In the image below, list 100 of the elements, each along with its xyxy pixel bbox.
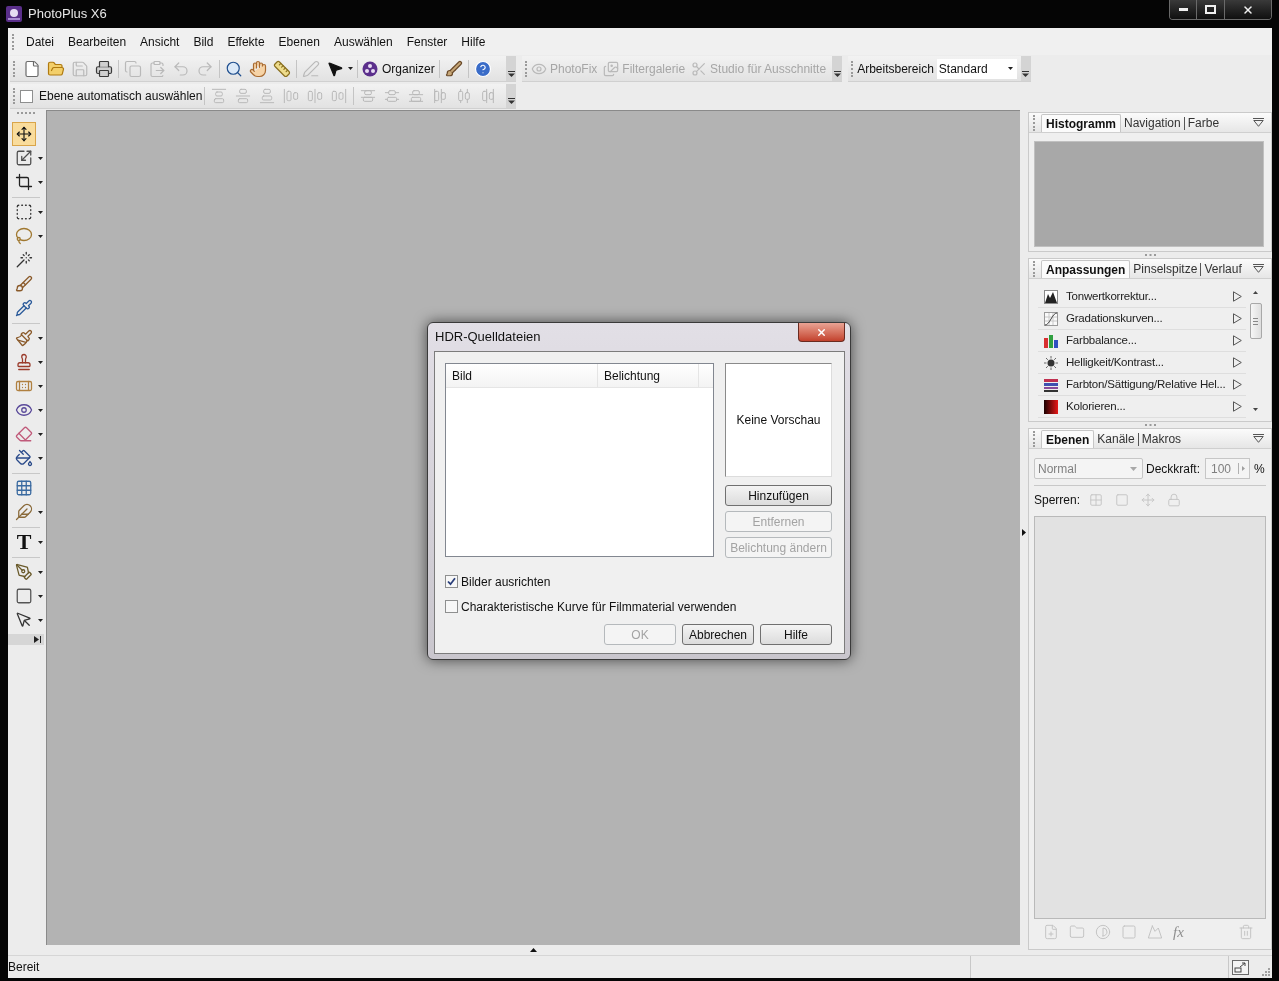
ruler-icon[interactable]: [273, 59, 291, 78]
arrow-pointer-icon[interactable]: [326, 59, 344, 78]
caret-icon[interactable]: [38, 156, 43, 160]
feather-icon[interactable]: [15, 503, 33, 521]
minimize-button[interactable]: [1170, 0, 1197, 19]
stamp-icon[interactable]: [15, 353, 33, 371]
caret-icon[interactable]: [38, 210, 43, 214]
adjustment-item[interactable]: Farbbalance...: [1038, 330, 1246, 352]
panel-tab[interactable]: Pinselspitze: [1130, 260, 1201, 278]
caret-icon[interactable]: [38, 618, 43, 622]
caret-icon[interactable]: [1007, 67, 1013, 70]
panel-tab[interactable]: Verlauf: [1200, 260, 1245, 278]
hand-icon[interactable]: [249, 59, 267, 78]
app-icon[interactable]: [6, 6, 22, 22]
pen-nib-icon[interactable]: [15, 563, 33, 581]
caret-icon[interactable]: [38, 540, 43, 544]
panel-menu-icon[interactable]: [1253, 434, 1264, 443]
scroll-down-arrow-icon[interactable]: [1253, 408, 1258, 411]
eye-icon[interactable]: [15, 401, 33, 419]
menu-item[interactable]: Ebenen: [271, 33, 327, 50]
caret-icon[interactable]: [38, 432, 43, 436]
triangle-arrow-icon[interactable]: [1233, 401, 1242, 412]
caret-icon[interactable]: [38, 594, 43, 598]
caret-icon[interactable]: [38, 336, 43, 340]
column-header[interactable]: Bild: [446, 364, 597, 387]
panel-menu-icon[interactable]: [1253, 118, 1264, 127]
move-tool-icon[interactable]: [12, 122, 36, 146]
panel-tab[interactable]: Navigation: [1121, 114, 1184, 132]
checkbox[interactable]: [445, 575, 458, 588]
lasso-icon[interactable]: [15, 227, 33, 245]
menu-item[interactable]: Bearbeiten: [61, 33, 134, 50]
expand-toolbar-icon[interactable]: [34, 636, 41, 643]
menu-item[interactable]: Effekte: [220, 33, 272, 50]
dialog-button[interactable]: Abbrechen: [682, 624, 754, 645]
caret-icon[interactable]: [38, 456, 43, 460]
adjustment-item[interactable]: Tonwertkorrektur...: [1038, 286, 1246, 308]
adjustment-item[interactable]: Kolorieren...: [1038, 396, 1246, 418]
eraser-icon[interactable]: [15, 425, 33, 443]
triangle-arrow-icon[interactable]: [1233, 379, 1242, 390]
menu-item[interactable]: Auswählen: [326, 33, 400, 50]
help-icon[interactable]: [473, 59, 492, 78]
rectangle-shape-icon[interactable]: [15, 587, 33, 605]
caret-icon[interactable]: [38, 408, 43, 412]
document-icon[interactable]: [23, 59, 41, 78]
workspace-select[interactable]: Standard: [936, 58, 1017, 79]
checkbox[interactable]: [445, 600, 458, 613]
maximize-button[interactable]: [1197, 0, 1225, 19]
checkbox-label[interactable]: Charakteristische Kurve für Filmmaterial verwenden: [461, 597, 737, 616]
deform-tool-icon[interactable]: [15, 149, 33, 167]
file-list[interactable]: Bild Belichtung: [445, 363, 714, 557]
overflow-chevron-icon[interactable]: [507, 98, 515, 104]
caret-icon[interactable]: [38, 510, 43, 514]
panel-tab[interactable]: Farbe: [1183, 114, 1223, 132]
paintbrush-icon[interactable]: [15, 329, 33, 347]
panel-tab[interactable]: Histogramm: [1041, 114, 1121, 132]
overflow-chevron-icon[interactable]: [1022, 71, 1030, 77]
dialog-button[interactable]: Hilfe: [760, 624, 832, 645]
menu-item[interactable]: Fenster: [399, 33, 455, 50]
adjustment-item[interactable]: Helligkeit/Kontrast...: [1038, 352, 1246, 374]
paint-bucket-icon[interactable]: [15, 449, 33, 467]
caret-icon[interactable]: [38, 234, 43, 238]
menu-item[interactable]: Hilfe: [454, 33, 493, 50]
magic-wand-icon[interactable]: [15, 251, 33, 269]
overflow-chevron-icon[interactable]: [833, 71, 841, 77]
brush-icon[interactable]: [444, 59, 463, 78]
panel-tab[interactable]: Ebenen: [1041, 430, 1095, 448]
arrow-pointer-icon[interactable]: [15, 611, 33, 629]
window-resize-icon[interactable]: [1232, 959, 1249, 975]
panel-tab[interactable]: Makros: [1137, 430, 1185, 448]
organizer-button[interactable]: Organizer: [360, 57, 437, 80]
printer-icon[interactable]: [95, 59, 113, 78]
triangle-arrow-icon[interactable]: [1233, 335, 1242, 346]
overflow-chevron-icon[interactable]: [507, 71, 515, 77]
panel-menu-icon[interactable]: [1253, 264, 1264, 273]
checkbox[interactable]: [20, 89, 33, 103]
column-header[interactable]: Belichtung: [597, 364, 698, 387]
checkbox-label[interactable]: Bilder ausrichten: [461, 572, 551, 591]
crop-tool-icon[interactable]: [15, 173, 33, 191]
panel-tab[interactable]: Anpassungen: [1041, 260, 1131, 278]
size-grip-icon[interactable]: [1262, 968, 1270, 976]
selection-brush-icon[interactable]: [15, 275, 33, 293]
menu-item[interactable]: Ansicht: [133, 33, 187, 50]
toolbar-grip[interactable]: [851, 60, 854, 77]
triangle-arrow-icon[interactable]: [1233, 313, 1242, 324]
menu-item[interactable]: Datei: [19, 33, 61, 50]
adjustment-item[interactable]: Farbton/Sättigung/Relative Hel...: [1038, 374, 1246, 396]
caret-icon[interactable]: [38, 360, 43, 364]
scroll-up-arrow-icon[interactable]: [1253, 291, 1258, 294]
mesh-grid-icon[interactable]: [15, 479, 33, 497]
panel-tab[interactable]: Kanäle: [1094, 430, 1138, 448]
menu-item[interactable]: Bild: [186, 33, 221, 50]
eyedropper-icon[interactable]: [15, 299, 33, 317]
rectangle-selection-icon[interactable]: [15, 203, 33, 221]
expand-arrow-icon[interactable]: [529, 948, 537, 952]
close-button[interactable]: [1225, 0, 1271, 19]
caret-icon[interactable]: [38, 570, 43, 574]
folder-icon[interactable]: [47, 59, 65, 78]
magnifier-icon[interactable]: [225, 59, 243, 78]
adjustment-item[interactable]: Gradationskurven...: [1038, 308, 1246, 330]
dialog-close-button[interactable]: [798, 323, 845, 342]
